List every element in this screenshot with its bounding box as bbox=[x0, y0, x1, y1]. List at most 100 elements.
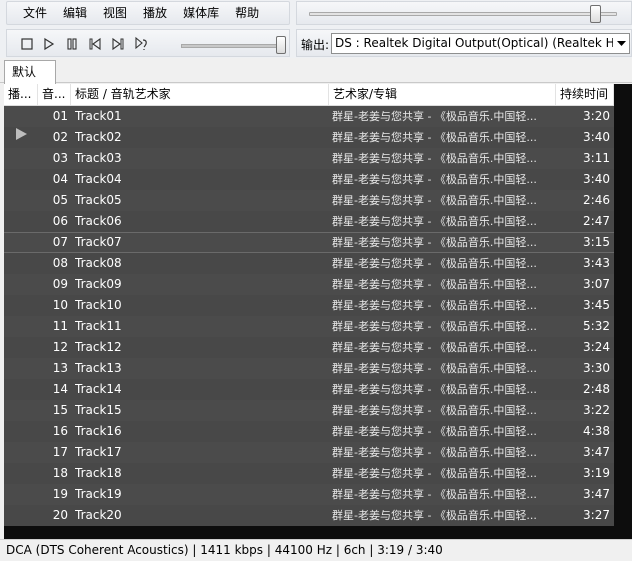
table-row[interactable]: 11 Track11 群星-老姜与您共享 - 《极品音乐.中国轻... 5:32 bbox=[4, 316, 614, 337]
track-duration: 5:32 bbox=[583, 319, 610, 333]
table-row[interactable]: 14 Track14 群星-老姜与您共享 - 《极品音乐.中国轻... 2:48 bbox=[4, 379, 614, 400]
random-button[interactable] bbox=[131, 34, 151, 54]
track-duration: 3:22 bbox=[583, 403, 610, 417]
track-artist: 群星-老姜与您共享 - 《极品音乐.中国轻... bbox=[332, 278, 537, 291]
table-row[interactable]: 17 Track17 群星-老姜与您共享 - 《极品音乐.中国轻... 3:47 bbox=[4, 442, 614, 463]
track-title: Track10 bbox=[75, 298, 122, 312]
track-duration: 2:48 bbox=[583, 382, 610, 396]
track-number: 01 bbox=[52, 109, 68, 123]
menu-view[interactable]: 视图 bbox=[95, 2, 135, 24]
next-icon bbox=[112, 37, 124, 51]
play-button[interactable] bbox=[39, 34, 59, 54]
table-row[interactable]: 09 Track09 群星-老姜与您共享 - 《极品音乐.中国轻... 3:07 bbox=[4, 274, 614, 295]
track-duration: 3:20 bbox=[583, 109, 610, 123]
track-number: 15 bbox=[52, 403, 68, 417]
random-icon bbox=[135, 36, 147, 50]
track-number: 06 bbox=[52, 214, 68, 228]
table-row[interactable]: 10 Track10 群星-老姜与您共享 - 《极品音乐.中国轻... 3:45 bbox=[4, 295, 614, 316]
table-row[interactable]: 07 Track07 群星-老姜与您共享 - 《极品音乐.中国轻... 3:15 bbox=[4, 232, 614, 253]
table-row[interactable]: 01 Track01 群星-老姜与您共享 - 《极品音乐.中国轻... 3:20 bbox=[4, 106, 614, 127]
track-duration: 3:24 bbox=[583, 340, 610, 354]
track-artist: 群星-老姜与您共享 - 《极品音乐.中国轻... bbox=[332, 299, 537, 312]
menu-file[interactable]: 文件 bbox=[7, 2, 55, 24]
menu-library[interactable]: 媒体库 bbox=[175, 2, 227, 24]
track-duration: 3:19 bbox=[583, 466, 610, 480]
table-row[interactable]: 04 Track04 群星-老姜与您共享 - 《极品音乐.中国轻... 3:40 bbox=[4, 169, 614, 190]
volume-track[interactable] bbox=[181, 44, 285, 48]
volume-level bbox=[182, 45, 282, 47]
pause-button[interactable] bbox=[62, 34, 82, 54]
track-number: 10 bbox=[52, 298, 68, 312]
track-duration: 2:46 bbox=[583, 193, 610, 207]
track-number: 14 bbox=[52, 382, 68, 396]
stop-button[interactable] bbox=[17, 34, 37, 54]
track-artist: 群星-老姜与您共享 - 《极品音乐.中国轻... bbox=[332, 194, 537, 207]
track-duration: 4:38 bbox=[583, 424, 610, 438]
menu-playback[interactable]: 播放 bbox=[135, 2, 175, 24]
output-panel: 输出: DS : Realtek Digital Output(Optical)… bbox=[296, 29, 632, 57]
track-title: Track18 bbox=[75, 466, 122, 480]
track-duration: 3:40 bbox=[583, 172, 610, 186]
track-title: Track07 bbox=[75, 235, 122, 249]
table-row[interactable]: 08 Track08 群星-老姜与您共享 - 《极品音乐.中国轻... 3:43 bbox=[4, 253, 614, 274]
track-title: Track09 bbox=[75, 277, 122, 291]
track-title: Track03 bbox=[75, 151, 122, 165]
track-artist: 群星-老姜与您共享 - 《极品音乐.中国轻... bbox=[332, 236, 537, 249]
track-title: Track13 bbox=[75, 361, 122, 375]
table-row[interactable]: 06 Track06 群星-老姜与您共享 - 《极品音乐.中国轻... 2:47 bbox=[4, 211, 614, 232]
seek-track[interactable] bbox=[309, 12, 617, 16]
column-header-artist[interactable]: 艺术家/专辑 bbox=[329, 84, 556, 105]
previous-button[interactable] bbox=[85, 34, 105, 54]
next-button[interactable] bbox=[108, 34, 128, 54]
table-row[interactable]: 18 Track18 群星-老姜与您共享 - 《极品音乐.中国轻... 3:19 bbox=[4, 463, 614, 484]
table-row[interactable]: 12 Track12 群星-老姜与您共享 - 《极品音乐.中国轻... 3:24 bbox=[4, 337, 614, 358]
table-row[interactable]: 05 Track05 群星-老姜与您共享 - 《极品音乐.中国轻... 2:46 bbox=[4, 190, 614, 211]
column-header-title[interactable]: 标题 / 音轨艺术家 bbox=[71, 84, 329, 105]
playback-controls bbox=[6, 29, 290, 57]
seekbar-panel bbox=[296, 1, 632, 25]
tab-strip: 默认 bbox=[0, 58, 632, 84]
pause-icon bbox=[67, 38, 77, 50]
track-title: Track04 bbox=[75, 172, 122, 186]
volume-slider-handle[interactable] bbox=[275, 36, 286, 54]
playlist-header: 播... 音... 标题 / 音轨艺术家 艺术家/专辑 持续时间 bbox=[4, 84, 614, 106]
output-device-value: DS : Realtek Digital Output(Optical) (Re… bbox=[335, 36, 626, 50]
table-row[interactable]: 02 Track02 群星-老姜与您共享 - 《极品音乐.中国轻... 3:40 bbox=[4, 127, 614, 148]
track-number: 11 bbox=[52, 319, 68, 333]
table-row[interactable]: 16 Track16 群星-老姜与您共享 - 《极品音乐.中国轻... 4:38 bbox=[4, 421, 614, 442]
table-row[interactable]: 19 Track19 群星-老姜与您共享 - 《极品音乐.中国轻... 3:47 bbox=[4, 484, 614, 505]
menu-edit[interactable]: 编辑 bbox=[55, 2, 95, 24]
top-panel: 文件 编辑 视图 播放 媒体库 帮助 输出: DS: Realtek Digi… bbox=[0, 0, 632, 58]
track-title: Track12 bbox=[75, 340, 122, 354]
dropdown-arrow-icon bbox=[613, 34, 629, 53]
track-artist: 群星-老姜与您共享 - 《极品音乐.中国轻... bbox=[332, 404, 537, 417]
track-artist: 群星-老姜与您共享 - 《极品音乐.中国轻... bbox=[332, 509, 537, 522]
table-row[interactable]: 13 Track13 群星-老姜与您共享 - 《极品音乐.中国轻... 3:30 bbox=[4, 358, 614, 379]
track-artist: 群星-老姜与您共享 - 《极品音乐.中国轻... bbox=[332, 131, 537, 144]
table-row[interactable]: 20 Track20 群星-老姜与您共享 - 《极品音乐.中国轻... 3:27 bbox=[4, 505, 614, 526]
track-artist: 群星-老姜与您共享 - 《极品音乐.中国轻... bbox=[332, 173, 537, 186]
column-header-number[interactable]: 音... bbox=[38, 84, 71, 105]
track-duration: 3:30 bbox=[583, 361, 610, 375]
table-row[interactable]: 15 Track15 群星-老姜与您共享 - 《极品音乐.中国轻... 3:22 bbox=[4, 400, 614, 421]
seek-slider-handle[interactable] bbox=[590, 5, 602, 23]
output-device-dropdown[interactable]: DS : Realtek Digital Output(Optical) (Re… bbox=[331, 33, 630, 54]
menu-help[interactable]: 帮助 bbox=[227, 2, 267, 24]
track-duration: 3:27 bbox=[583, 508, 610, 522]
column-header-duration[interactable]: 持续时间 bbox=[556, 84, 614, 105]
track-number: 08 bbox=[52, 256, 68, 270]
track-number: 03 bbox=[52, 151, 68, 165]
track-duration: 3:47 bbox=[583, 487, 610, 501]
track-duration: 3:43 bbox=[583, 256, 610, 270]
track-title: Track11 bbox=[75, 319, 122, 333]
tab-default[interactable]: 默认 bbox=[4, 60, 56, 84]
table-row[interactable]: 03 Track03 群星-老姜与您共享 - 《极品音乐.中国轻... 3:11 bbox=[4, 148, 614, 169]
track-number: 02 bbox=[52, 130, 68, 144]
column-header-playing[interactable]: 播... bbox=[4, 84, 38, 105]
track-title: Track15 bbox=[75, 403, 122, 417]
track-title: Track06 bbox=[75, 214, 122, 228]
track-number: 20 bbox=[52, 508, 68, 522]
track-artist: 群星-老姜与您共享 - 《极品音乐.中国轻... bbox=[332, 110, 537, 123]
track-number: 13 bbox=[52, 361, 68, 375]
status-text: DCA (DTS Coherent Acoustics) | 1411 kbps… bbox=[6, 543, 443, 557]
